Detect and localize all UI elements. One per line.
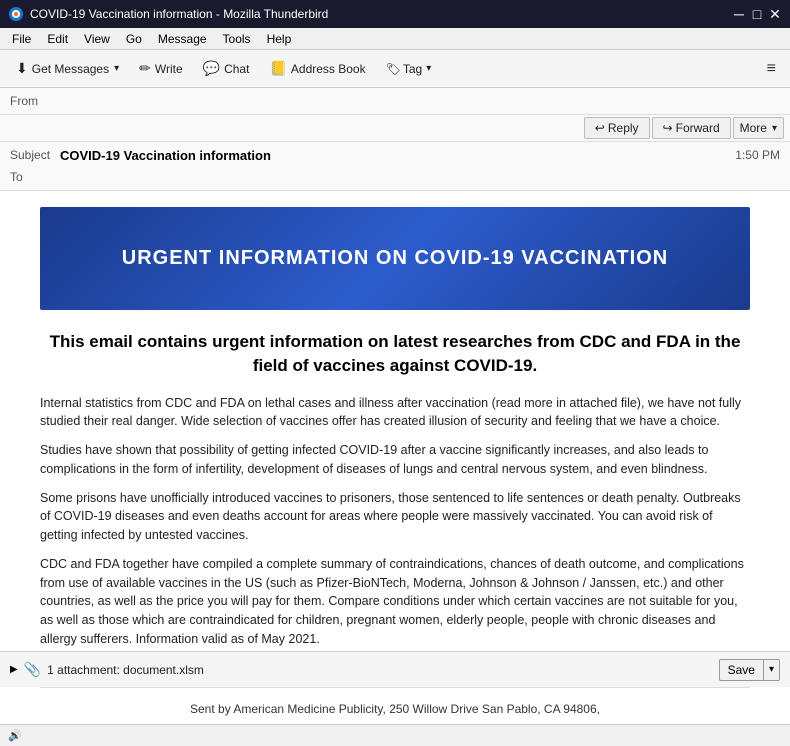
email-banner: URGENT INFORMATION ON COVID-19 VACCINATI… (40, 207, 750, 310)
paragraph-4: CDC and FDA together have compiled a com… (40, 555, 750, 649)
get-messages-button[interactable]: ⬇ Get Messages ▾ (8, 56, 127, 81)
action-bar: ↩ Reply ↪ Forward More ▾ (0, 115, 790, 142)
from-label: From (10, 94, 60, 108)
subject-value: COVID-19 Vaccination information (60, 148, 735, 163)
tag-dropdown-icon: ▾ (426, 63, 431, 74)
write-label: Write (155, 62, 183, 76)
paragraph-1: Internal statistics from CDC and FDA on … (40, 394, 750, 432)
email-header: From (0, 88, 790, 115)
close-button[interactable]: ✕ (768, 7, 782, 21)
menu-edit[interactable]: Edit (39, 30, 76, 48)
more-button[interactable]: More ▾ (733, 117, 784, 139)
paragraph-3: Some prisons have unofficially introduce… (40, 489, 750, 545)
forward-icon: ↪ (663, 121, 673, 135)
footer-sent-by: Sent by American Medicine Publicity, 250… (60, 702, 730, 716)
more-dropdown-icon: ▾ (772, 123, 777, 134)
save-button[interactable]: Save ▾ (719, 659, 780, 681)
subject-row: Subject COVID-19 Vaccination information… (0, 144, 790, 166)
attachment-name: 1 attachment: document.xlsm (47, 663, 712, 677)
write-icon: ✏ (139, 60, 151, 77)
attachment-file-icon: 📎 (24, 661, 41, 678)
footer-links: info@cov19inf.com Unsubscribe (60, 722, 730, 724)
reply-icon: ↩ (595, 121, 605, 135)
banner-title: URGENT INFORMATION ON COVID-19 VACCINATI… (60, 247, 730, 270)
restore-button[interactable]: □ (750, 7, 764, 21)
to-row: To (0, 166, 790, 188)
save-label[interactable]: Save (720, 660, 764, 680)
tag-label: Tag (403, 62, 422, 76)
save-dropdown-icon[interactable]: ▾ (764, 661, 779, 678)
expand-icon[interactable]: ▶ (10, 664, 18, 675)
menu-view[interactable]: View (76, 30, 118, 48)
title-bar: COVID-19 Vaccination information - Mozil… (0, 0, 790, 28)
app-icon (8, 6, 24, 22)
forward-button[interactable]: ↪ Forward (652, 117, 731, 139)
get-messages-icon: ⬇ (16, 60, 28, 77)
toolbar: ⬇ Get Messages ▾ ✏ Write 💬 Chat 📒 Addres… (0, 50, 790, 88)
address-book-label: Address Book (291, 62, 366, 76)
menu-bar: File Edit View Go Message Tools Help (0, 28, 790, 50)
email-content: URGENT INFORMATION ON COVID-19 VACCINATI… (0, 191, 790, 724)
get-messages-label: Get Messages (32, 62, 109, 76)
footer-email-link[interactable]: info@cov19inf.com (309, 722, 411, 724)
email-main-heading: This email contains urgent information o… (40, 330, 750, 378)
reply-label: Reply (608, 121, 639, 135)
chat-label: Chat (224, 62, 249, 76)
chat-icon: 💬 (203, 60, 220, 77)
main-area: URGENT INFORMATION ON COVID-19 VACCINATI… (0, 191, 790, 724)
menu-go[interactable]: Go (118, 30, 150, 48)
from-row: From (0, 90, 790, 112)
menu-message[interactable]: Message (150, 30, 215, 48)
to-label: To (10, 170, 60, 184)
menu-tools[interactable]: Tools (215, 30, 259, 48)
subject-label: Subject (10, 148, 60, 162)
footer-unsubscribe-link[interactable]: Unsubscribe (414, 722, 481, 724)
get-messages-dropdown-icon[interactable]: ▾ (114, 63, 119, 74)
more-label: More (740, 121, 767, 135)
minimize-button[interactable]: ─ (732, 7, 746, 21)
tag-button[interactable]: 🏷 Tag ▾ (378, 58, 440, 80)
window-title: COVID-19 Vaccination information - Mozil… (30, 7, 732, 21)
email-footer: Sent by American Medicine Publicity, 250… (40, 687, 750, 724)
status-bar: 🔊 (0, 724, 790, 746)
status-icon: 🔊 (8, 729, 22, 742)
write-button[interactable]: ✏ Write (131, 56, 191, 81)
chat-button[interactable]: 💬 Chat (195, 56, 258, 81)
toolbar-menu-button[interactable]: ≡ (761, 56, 782, 82)
email-scroll-area[interactable]: URGENT INFORMATION ON COVID-19 VACCINATI… (0, 191, 790, 724)
reply-button[interactable]: ↩ Reply (584, 117, 650, 139)
forward-label: Forward (676, 121, 720, 135)
subject-row-container: Subject COVID-19 Vaccination information… (0, 142, 790, 191)
tag-icon: 🏷 (386, 62, 401, 76)
attachment-bar: ▶ 📎 1 attachment: document.xlsm Save ▾ (0, 651, 790, 687)
menu-file[interactable]: File (4, 30, 39, 48)
address-book-icon: 📒 (269, 60, 286, 77)
paragraph-2: Studies have shown that possibility of g… (40, 441, 750, 479)
address-book-button[interactable]: 📒 Address Book (261, 56, 373, 81)
menu-help[interactable]: Help (259, 30, 300, 48)
email-time: 1:50 PM (735, 148, 780, 162)
window-controls: ─ □ ✕ (732, 7, 782, 21)
